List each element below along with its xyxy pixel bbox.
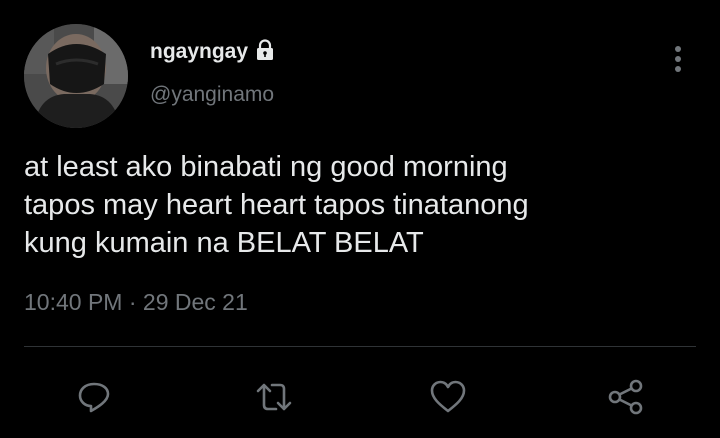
- tweet-timestamp[interactable]: 10:40 PM · 29 Dec 21: [24, 289, 248, 316]
- retweet-button[interactable]: [254, 377, 294, 417]
- avatar[interactable]: [24, 24, 128, 128]
- avatar-image: [24, 24, 128, 128]
- heart-icon: [430, 380, 466, 413]
- more-options-button[interactable]: [666, 42, 690, 76]
- tweet-date: 29 Dec 21: [142, 289, 248, 315]
- tweet-text-line: tapos may heart heart tapos tinatanong: [24, 189, 529, 221]
- tweet-text-line: kung kumain na BELAT BELAT: [24, 227, 424, 259]
- share-icon: [608, 379, 643, 415]
- reply-icon: [78, 382, 110, 413]
- reply-button[interactable]: [74, 377, 114, 417]
- lock-icon: [254, 39, 276, 61]
- like-button[interactable]: [428, 377, 468, 417]
- tweet-time: 10:40 PM: [24, 289, 123, 315]
- author-name-row: ngayngay: [150, 39, 276, 64]
- share-button[interactable]: [606, 377, 646, 417]
- retweet-icon: [256, 383, 292, 411]
- meta-separator: ·: [128, 289, 137, 315]
- more-vertical-icon: [675, 46, 681, 72]
- tweet-text: at least ako binabati ng good morning ta…: [24, 148, 696, 262]
- divider: [24, 346, 696, 347]
- tweet-text-line: at least ako binabati ng good morning: [24, 151, 508, 183]
- display-name[interactable]: ngayngay: [150, 40, 248, 64]
- user-handle[interactable]: @yanginamo: [150, 83, 274, 107]
